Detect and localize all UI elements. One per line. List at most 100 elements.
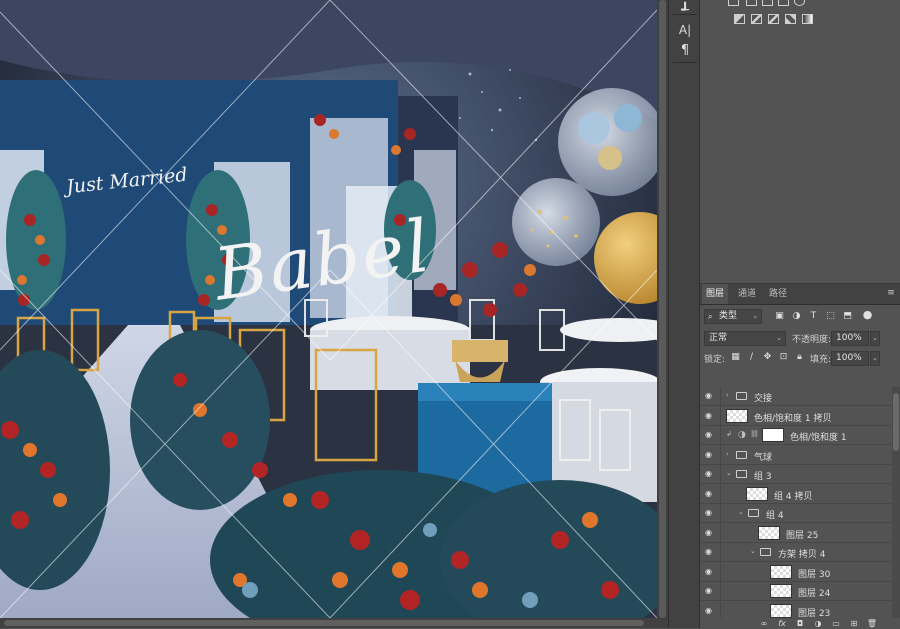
canvas-vertical-scroll-thumb[interactable] (659, 0, 666, 618)
levels-adjust-icon[interactable] (746, 0, 757, 6)
layer-thumbnail[interactable] (746, 486, 768, 501)
brightness-adjust-icon[interactable] (728, 0, 739, 6)
tab-channels[interactable]: 通道 (734, 284, 760, 304)
adjustments-panel (700, 0, 900, 30)
link-layers-icon[interactable]: ∞ (758, 618, 770, 629)
chevron-down-icon: ⌄ (752, 312, 758, 320)
layer-thumbnail[interactable] (770, 564, 792, 579)
chevron-down-icon[interactable]: ⌄ (738, 508, 744, 516)
visibility-eye-icon[interactable]: ◉ (705, 509, 715, 517)
visibility-eye-icon[interactable]: ◉ (705, 392, 715, 400)
panel-menu-icon[interactable]: ≡ (886, 288, 896, 298)
gradient-map-adjust-icon[interactable] (802, 14, 813, 24)
paragraph-icon[interactable]: ¶ (674, 40, 696, 60)
tab-paths[interactable]: 路径 (765, 284, 791, 304)
tab-layers[interactable]: 图层 (702, 284, 729, 304)
filter-type-icon[interactable]: T (808, 311, 819, 322)
trash-icon[interactable]: 🗑︎ (866, 618, 878, 629)
document-canvas[interactable]: Just Married Babel (0, 0, 657, 618)
visibility-eye-icon[interactable]: ◉ (705, 606, 715, 615)
chevron-down-icon[interactable]: ⌄ (750, 547, 756, 555)
new-adjustment-icon[interactable]: ◑ (812, 618, 824, 629)
layer-row[interactable]: ◉ › 气球 (700, 445, 892, 465)
visibility-eye-icon[interactable]: ◉ (705, 548, 715, 556)
posterize-adjust-icon[interactable] (751, 14, 762, 24)
visibility-eye-icon[interactable]: ◉ (705, 587, 715, 595)
chevron-right-icon[interactable]: › (726, 450, 729, 458)
layer-row[interactable]: ◉ ⌄ 方架 拷贝 4 (700, 543, 892, 562)
lock-all-icon[interactable]: 🔒︎ (794, 352, 805, 363)
layer-list: ◉ › 交接 ◉ 色相/饱和度 1 拷贝 ◉ ↲ ◑ ⛓︎ 色相/饱和度 1 ◉ › 气球 ◉ ⌄ 组 3 ◉ 组… (700, 387, 892, 619)
opacity-value: 100% (836, 333, 862, 343)
canvas-horizontal-scrollbar[interactable] (0, 618, 668, 628)
layer-row[interactable]: ◉ 图层 30 (700, 562, 892, 582)
canvas-horizontal-scroll-thumb[interactable] (4, 620, 644, 626)
smudge-tool-icon[interactable]: ┹ (674, 0, 696, 20)
layer-row[interactable]: ◉ ↲ ◑ ⛓︎ 色相/饱和度 1 (700, 426, 892, 445)
curves-adjust-icon[interactable] (762, 0, 773, 6)
filter-smart-object-icon[interactable]: ⬒ (842, 311, 853, 322)
tool-separator (673, 14, 697, 15)
layer-row[interactable]: ◉ 图层 24 (700, 582, 892, 601)
visibility-eye-icon[interactable]: ◉ (705, 431, 715, 439)
search-icon: ⌕ (708, 312, 713, 321)
vibrance-adjust-icon[interactable] (794, 0, 805, 6)
visibility-eye-icon[interactable]: ◉ (705, 567, 715, 576)
chevron-right-icon[interactable]: › (726, 391, 729, 399)
layer-row[interactable]: ◉ 色相/饱和度 1 拷贝 (700, 406, 892, 426)
filter-kind-dropdown[interactable]: ⌕ 类型 ⌄ (704, 309, 762, 324)
add-mask-icon[interactable]: ◘ (794, 618, 806, 629)
row-divider (720, 406, 721, 426)
lock-label: 锁定: (704, 355, 726, 365)
row-divider (720, 523, 721, 543)
selective-color-adjust-icon[interactable] (785, 14, 796, 24)
layer-row[interactable]: ◉ › 交接 (700, 387, 892, 406)
layer-name: 图层 23 (798, 608, 831, 619)
filter-adjustment-icon[interactable]: ◑ (791, 311, 802, 322)
chevron-down-icon[interactable]: ⌄ (726, 469, 732, 477)
threshold-adjust-icon[interactable] (768, 14, 779, 24)
layer-mask-thumbnail[interactable] (762, 428, 784, 442)
lock-image-brush-icon[interactable]: ∕ (746, 352, 757, 363)
new-layer-icon[interactable]: ⊞ (848, 618, 860, 629)
visibility-eye-icon[interactable]: ◉ (705, 528, 715, 537)
exposure-adjust-icon[interactable] (778, 0, 789, 6)
filter-toggle-icon[interactable]: ● (862, 309, 873, 320)
panel-tool-strip: ┹ A| ¶ (668, 0, 700, 628)
fx-icon[interactable]: fx (776, 618, 788, 629)
layer-row[interactable]: ◉ ⌄ 组 4 (700, 504, 892, 523)
layers-panel-tabs: 图层 通道 路径 ≡ (700, 284, 900, 305)
blend-mode-dropdown[interactable]: 正常 ⌄ (704, 331, 786, 346)
canvas-vertical-scrollbar[interactable] (657, 0, 668, 618)
chevron-down-icon: ⌄ (776, 334, 782, 342)
fill-slider-toggle[interactable]: ⌄ (870, 351, 880, 366)
row-divider (720, 445, 721, 465)
filter-pixel-icon[interactable]: ▣ (774, 311, 785, 322)
new-group-icon[interactable]: ▭ (830, 618, 842, 629)
layer-row[interactable]: ◉ ⌄ 组 3 (700, 465, 892, 484)
visibility-eye-icon[interactable]: ◉ (705, 489, 715, 498)
layer-thumbnail[interactable] (770, 603, 792, 618)
opacity-input[interactable]: 100% (831, 331, 869, 346)
lock-artboard-icon[interactable]: ⊡ (778, 352, 789, 363)
layer-list-scrollbar[interactable] (892, 387, 900, 619)
layer-thumbnail[interactable] (758, 525, 780, 540)
filter-shape-icon[interactable]: ⬚ (825, 311, 836, 322)
visibility-eye-icon[interactable]: ◉ (705, 411, 715, 420)
layer-row[interactable]: ◉ 组 4 拷贝 (700, 484, 892, 504)
fill-value: 100% (836, 353, 862, 363)
layer-row[interactable]: ◉ 图层 23 (700, 601, 892, 619)
layer-thumbnail[interactable] (726, 408, 748, 423)
layer-list-scroll-thumb[interactable] (893, 393, 899, 451)
lock-position-icon[interactable]: ✥ (762, 352, 773, 363)
visibility-eye-icon[interactable]: ◉ (705, 450, 715, 459)
lock-transparent-icon[interactable]: ▦ (730, 352, 741, 363)
layer-row[interactable]: ◉ 图层 25 (700, 523, 892, 543)
type-tool-icon[interactable]: A| (674, 20, 696, 40)
opacity-slider-toggle[interactable]: ⌄ (870, 331, 880, 346)
layer-thumbnail[interactable] (770, 584, 792, 598)
fill-input[interactable]: 100% (831, 351, 869, 366)
visibility-eye-icon[interactable]: ◉ (705, 470, 715, 478)
invert-adjust-icon[interactable] (734, 14, 745, 24)
folder-icon (736, 392, 747, 400)
